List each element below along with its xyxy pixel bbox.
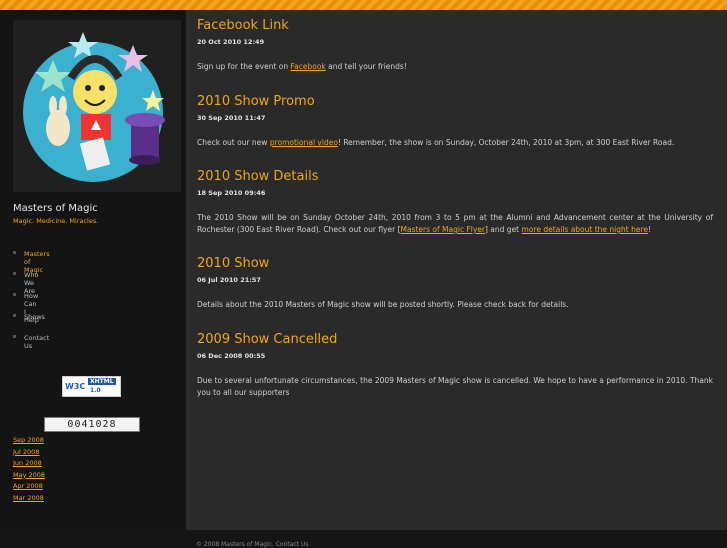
post-body: Details about the 2010 Masters of Magic …: [197, 300, 569, 309]
logo[interactable]: [13, 20, 181, 192]
post-title[interactable]: 2010 Show Details: [197, 169, 713, 185]
archive-link[interactable]: Sep 2008: [13, 436, 45, 448]
post: 2010 Show Promo 30 Sep 2010 11:47 Check …: [197, 94, 713, 149]
post-title[interactable]: Facebook Link: [197, 18, 713, 34]
main-content: Facebook Link 20 Oct 2010 12:49 Sign up …: [186, 10, 727, 530]
bullet-icon: [13, 314, 16, 317]
hit-counter: 0041028: [44, 417, 140, 432]
post-date: 30 Sep 2010 11:47: [197, 114, 266, 122]
post-body: Sign up for the event on Facebook and te…: [197, 62, 407, 71]
bullet-icon: [13, 293, 16, 296]
bullet-icon: [13, 335, 16, 338]
post-date: 18 Sep 2010 09:46: [197, 189, 266, 197]
archive-link[interactable]: Jul 2008: [13, 448, 45, 460]
post: Facebook Link 20 Oct 2010 12:49 Sign up …: [197, 18, 713, 73]
post: 2010 Show 06 Jul 2010 21:57 Details abou…: [197, 256, 713, 311]
post-title[interactable]: 2010 Show: [197, 256, 713, 272]
post-body: Check out our new promotional video! Rem…: [197, 138, 675, 147]
post-body: Due to several unfortunate circumstances…: [197, 376, 713, 397]
facebook-link[interactable]: Facebook: [291, 62, 326, 71]
w3c-logo: W3C: [65, 382, 86, 391]
post: 2010 Show Details 18 Sep 2010 09:46 The …: [197, 169, 713, 236]
post-date: 06 Jul 2010 21:57: [197, 276, 261, 284]
post-date: 06 Dec 2008 00:55: [197, 352, 266, 360]
bullet-icon: [13, 272, 16, 275]
archive-link[interactable]: Apr 2008: [13, 482, 45, 494]
footer: © 2008 Masters of Magic. Contact Us: [186, 530, 727, 548]
archive-link[interactable]: Jun 2008: [13, 459, 45, 471]
post-title[interactable]: 2009 Show Cancelled: [197, 332, 713, 348]
bullet-icon: [13, 251, 16, 254]
post: 2009 Show Cancelled 06 Dec 2008 00:55 Du…: [197, 332, 713, 399]
site-tagline: Magic. Medicine. Miracles.: [13, 217, 99, 225]
promo-video-link[interactable]: promotional video: [270, 138, 338, 147]
archive-list: Sep 2008 Jul 2008 Jun 2008 May 2008 Apr …: [13, 436, 45, 505]
xhtml-label: XHTML: [88, 378, 116, 385]
w3c-xhtml-badge[interactable]: W3C XHTML 1.0: [62, 376, 121, 397]
post-title[interactable]: 2010 Show Promo: [197, 94, 713, 110]
post-body: The 2010 Show will be on Sunday October …: [197, 213, 713, 234]
post-date: 20 Oct 2010 12:49: [197, 38, 265, 46]
xhtml-version: 1.0: [90, 387, 101, 394]
top-stripe: [0, 0, 727, 10]
archive-link[interactable]: May 2008: [13, 471, 45, 483]
flyer-link[interactable]: Masters of Magic Flyer: [401, 225, 485, 234]
archive-link[interactable]: Mar 2008: [13, 494, 45, 506]
site-title: Masters of Magic: [13, 203, 98, 214]
logo-illustration: [23, 32, 165, 182]
more-details-link[interactable]: more details about the night here: [522, 225, 648, 234]
